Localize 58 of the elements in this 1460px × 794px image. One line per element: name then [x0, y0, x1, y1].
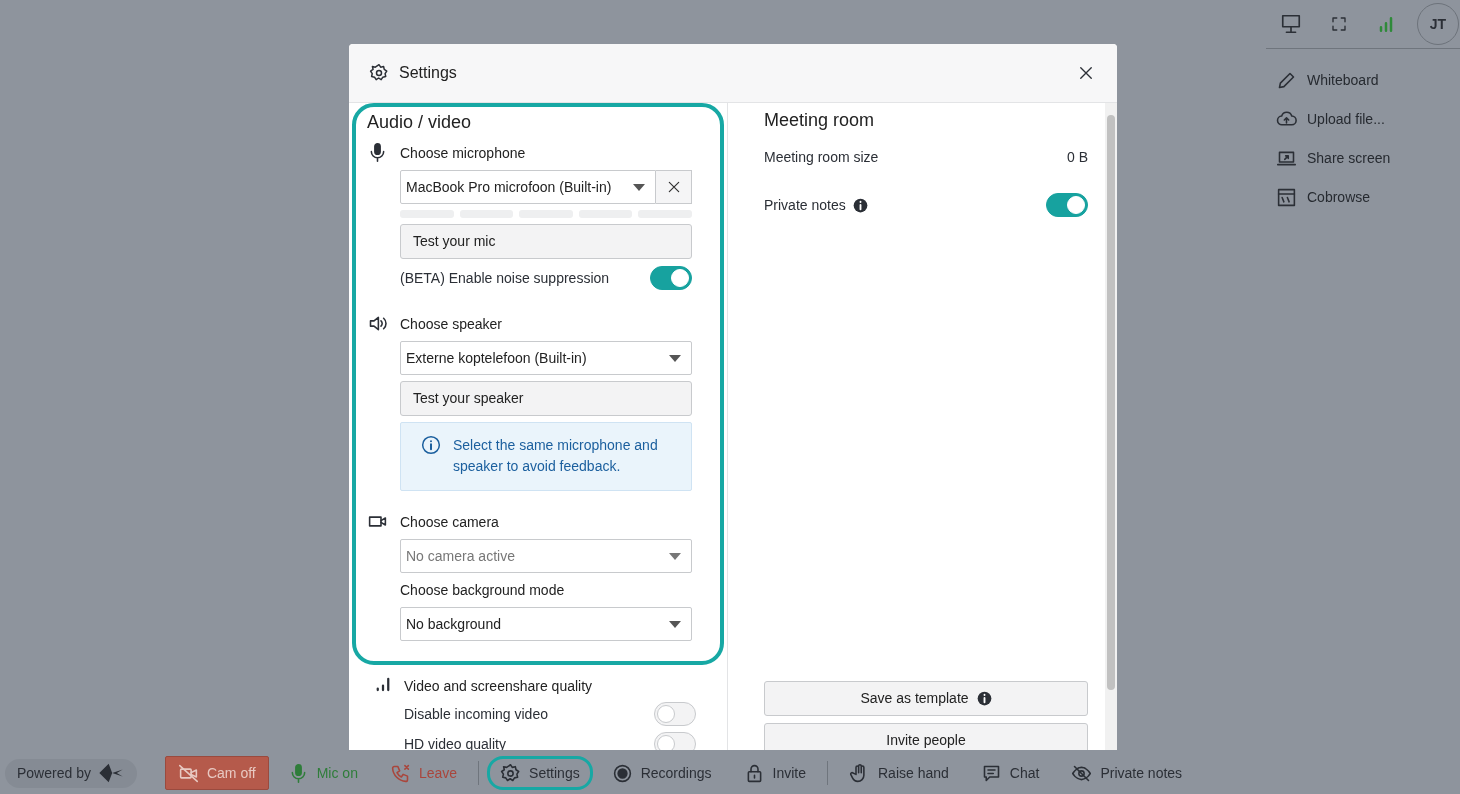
speaker-select[interactable]: Externe koptelefoon (Built-in) — [400, 341, 692, 375]
record-icon — [611, 762, 633, 784]
toolbar-button[interactable]: Settings — [487, 756, 593, 790]
toggle-label: Disable incoming video — [404, 704, 548, 724]
toggle-label: (BETA) Enable noise suppression — [400, 268, 610, 288]
caret-icon — [633, 183, 645, 191]
field-label: Choose camera — [400, 513, 500, 532]
fullscreen-icon[interactable] — [1330, 15, 1348, 33]
microphone-select[interactable]: MacBook Pro microfoon (Built-in) — [400, 170, 656, 204]
clear-button[interactable] — [656, 170, 692, 204]
section-label: Video and screenshare quality — [404, 677, 594, 696]
side-menu-item[interactable]: Share screen — [1266, 139, 1460, 178]
dialog-button[interactable]: Save as template — [764, 681, 1088, 716]
info-text: Select the same microphone and speaker to avoid feedback. — [453, 436, 659, 476]
noise-suppression-toggle[interactable] — [650, 266, 692, 290]
info-icon — [976, 691, 992, 706]
background-select[interactable]: No background — [400, 607, 692, 641]
settings-icon — [500, 762, 522, 784]
dialog-button[interactable]: Invite people — [764, 723, 1088, 750]
caret-icon — [669, 552, 681, 560]
side-menu-item[interactable]: Upload file... — [1266, 100, 1460, 139]
room-size-label: Meeting room size — [764, 147, 879, 167]
private-notes-label: Private notes — [764, 195, 846, 215]
toolbar-button[interactable]: Invite — [730, 756, 819, 790]
toolbar-button[interactable]: Chat — [967, 756, 1053, 790]
info-icon — [421, 435, 441, 455]
test-mic-button[interactable]: Test your mic — [400, 224, 692, 259]
side-menu-item[interactable]: Cobrowse — [1266, 178, 1460, 217]
field-label: Choose microphone — [400, 144, 527, 163]
caret-icon — [669, 620, 681, 628]
powered-by-label: Powered by — [17, 763, 91, 783]
toolbar-button[interactable]: Raise hand — [836, 756, 962, 790]
caret-icon — [669, 354, 681, 362]
settings-icon — [369, 63, 389, 83]
toolbar-button[interactable]: Recordings — [598, 756, 725, 790]
browser-window-icon — [1276, 187, 1297, 208]
info-icon — [852, 197, 868, 213]
section-heading: Audio / video — [367, 111, 473, 134]
room-size-value: 0 B — [1067, 147, 1088, 167]
private-notes-toggle[interactable] — [1046, 193, 1088, 217]
signal-bars-icon — [374, 675, 392, 693]
setting-toggle[interactable] — [654, 732, 696, 750]
toolbar-button[interactable]: Private notes — [1058, 756, 1196, 790]
camera-select[interactable]: No camera active — [400, 539, 692, 573]
dialog-title: Settings — [399, 63, 457, 83]
phone-hangup-icon — [389, 762, 411, 784]
test-speaker-button[interactable]: Test your speaker — [400, 381, 692, 416]
presentation-screen-icon[interactable] — [1280, 13, 1302, 35]
pencil-icon — [1276, 70, 1297, 91]
camera-off-icon — [177, 762, 199, 784]
field-label: Choose speaker — [400, 315, 503, 334]
toolbar-button[interactable]: Cam off — [164, 756, 269, 790]
side-menu-item[interactable]: Whiteboard — [1266, 61, 1460, 100]
field-label: Choose background mode — [400, 581, 566, 600]
scrollbar-thumb[interactable] — [1107, 115, 1115, 690]
close-icon — [1077, 64, 1095, 82]
section-heading: Meeting room — [764, 109, 876, 132]
setting-toggle[interactable] — [654, 702, 696, 726]
